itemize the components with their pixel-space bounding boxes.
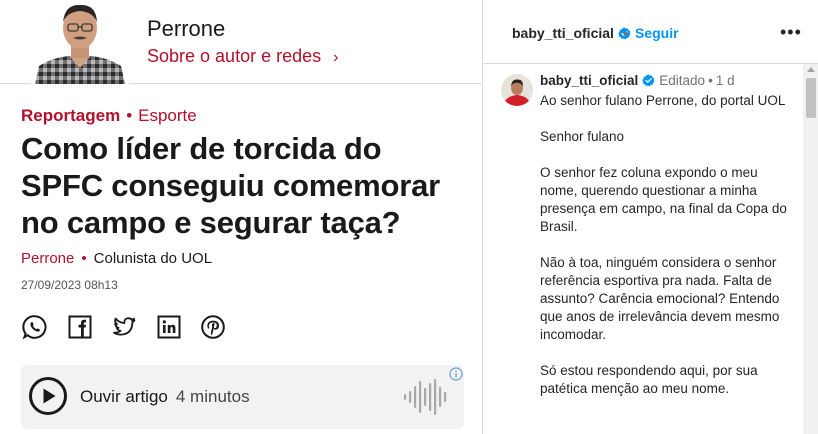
facebook-icon[interactable] bbox=[67, 314, 93, 340]
post-author[interactable]: baby_tti_oficial bbox=[512, 25, 631, 41]
comment-paragraph: Senhor fulano bbox=[540, 129, 625, 144]
byline-role: Colunista do UOL bbox=[93, 250, 213, 267]
info-icon[interactable] bbox=[449, 367, 463, 381]
audio-duration: 4 minutos bbox=[175, 387, 250, 406]
header-separator: • bbox=[623, 25, 628, 41]
comment-username[interactable]: baby_tti_oficial bbox=[540, 73, 638, 88]
listen-label: Ouvir artigo bbox=[80, 387, 168, 406]
author-profile-link[interactable]: Sobre o autor e redes › bbox=[147, 46, 338, 67]
scrollbar-thumb[interactable] bbox=[806, 78, 816, 118]
byline: Perrone • Colunista do UOL bbox=[21, 250, 212, 267]
kicker-section[interactable]: Reportagem bbox=[21, 106, 120, 125]
whatsapp-icon[interactable] bbox=[22, 314, 48, 340]
post-header: baby_tti_oficial • Seguir ••• bbox=[483, 0, 818, 64]
uol-article: Perrone Sobre o autor e redes › Reportage… bbox=[0, 0, 481, 434]
comment-paragraph: O senhor fez coluna expondo o meu nome, … bbox=[540, 165, 787, 234]
author-photo bbox=[31, 0, 129, 84]
comment-time[interactable]: 1 d bbox=[716, 73, 735, 88]
audio-player[interactable]: Ouvir artigo 4 minutos bbox=[21, 365, 464, 429]
publish-date: 27/09/2023 08h13 bbox=[21, 278, 118, 292]
author-profile-link-label[interactable]: Sobre o autor e redes bbox=[147, 46, 321, 66]
byline-separator: • bbox=[81, 250, 87, 267]
post-author-username[interactable]: baby_tti_oficial bbox=[512, 25, 614, 41]
avatar[interactable] bbox=[501, 74, 533, 106]
chevron-right-icon[interactable]: › bbox=[333, 49, 338, 66]
meta-separator: • bbox=[708, 73, 713, 88]
kicker: Reportagem • Esporte bbox=[21, 106, 197, 126]
audio-player-label: Ouvir artigo 4 minutos bbox=[80, 387, 250, 407]
author-header: Perrone Sobre o autor e redes › bbox=[0, 0, 481, 84]
twitter-icon[interactable] bbox=[111, 314, 137, 340]
pinterest-icon[interactable] bbox=[200, 314, 226, 340]
scroll-up-arrow-icon[interactable] bbox=[807, 67, 815, 72]
soundwave-icon bbox=[404, 379, 447, 415]
follow-button[interactable]: Seguir bbox=[635, 25, 679, 41]
comment-paragraph: Não à toa, ninguém considera o senhor re… bbox=[540, 255, 780, 342]
kicker-separator: • bbox=[126, 106, 133, 125]
instagram-post-panel: baby_tti_oficial • Seguir ••• baby_tti_o… bbox=[482, 0, 818, 434]
verified-badge-icon bbox=[642, 74, 655, 87]
article-headline: Como líder de torcida do SPFC conseguiu … bbox=[21, 131, 440, 240]
scrollbar[interactable] bbox=[803, 64, 818, 434]
byline-author[interactable]: Perrone bbox=[21, 250, 74, 267]
caption-comment: baby_tti_oficial Editado • 1 d Ao senhor fu… bbox=[501, 64, 801, 434]
comment-meta: baby_tti_oficial Editado • 1 d bbox=[540, 73, 735, 88]
more-options-icon[interactable]: ••• bbox=[780, 22, 802, 43]
edited-label: Editado bbox=[659, 73, 706, 88]
comment-paragraph: Só estou respondendo aqui, por sua patét… bbox=[540, 363, 758, 396]
comment-text: Ao senhor fulano Perrone, do portal UOL … bbox=[540, 92, 798, 416]
linkedin-icon[interactable] bbox=[156, 314, 182, 340]
kicker-subsection[interactable]: Esporte bbox=[138, 106, 197, 125]
play-icon[interactable] bbox=[28, 376, 68, 416]
comment-paragraph: Ao senhor fulano Perrone, do portal UOL bbox=[540, 93, 786, 108]
author-name: Perrone bbox=[147, 16, 226, 41]
